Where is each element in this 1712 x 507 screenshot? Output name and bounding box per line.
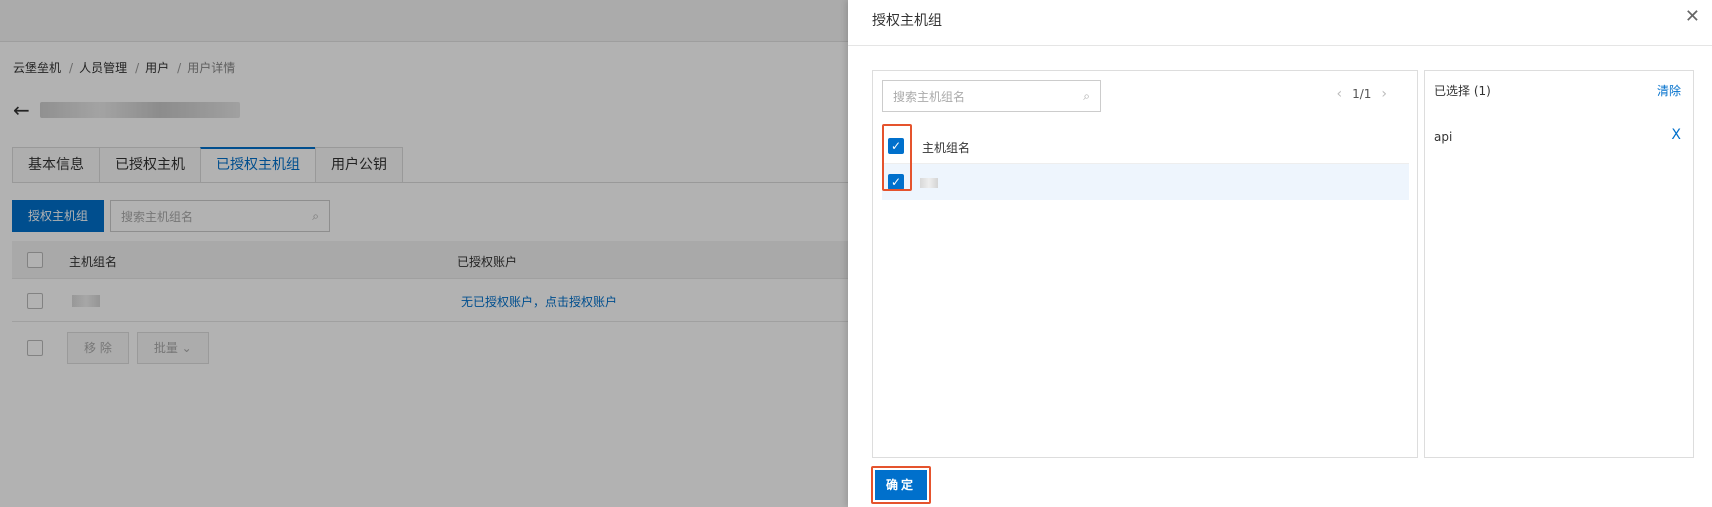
drawer-search-input[interactable]: 搜索主机组名 ⌕ (882, 80, 1101, 112)
highlight-box-confirm: 确定 (871, 466, 931, 504)
selected-count-label: 已选择 (1) (1434, 84, 1491, 98)
confirm-button[interactable]: 确定 (875, 470, 927, 500)
chevron-right-icon[interactable]: › (1381, 86, 1387, 102)
available-host-groups-panel: 搜索主机组名 ⌕ ‹ 1/1 › ✓ 主机组名 ✓ (872, 70, 1418, 458)
redacted-host-group-name (920, 178, 938, 188)
drawer-search-placeholder: 搜索主机组名 (893, 89, 966, 104)
authorize-host-group-drawer: 授权主机组 ✕ 搜索主机组名 ⌕ ‹ 1/1 › ✓ 主机组名 ✓ 已选择 (1… (848, 0, 1712, 507)
list-header-host-group-name: 主机组名 (922, 141, 971, 155)
clear-selection-link[interactable]: 清除 (1657, 82, 1681, 99)
list-header: ✓ 主机组名 (882, 128, 1409, 164)
chevron-left-icon[interactable]: ‹ (1336, 86, 1342, 102)
page-indicator: 1/1 (1352, 87, 1372, 101)
search-icon[interactable]: ⌕ (1083, 89, 1090, 104)
list-item[interactable]: ✓ (882, 164, 1409, 200)
selected-item-label: api (1434, 130, 1453, 144)
close-icon[interactable]: ✕ (1685, 8, 1700, 26)
drawer-title: 授权主机组 (872, 13, 942, 29)
pagination: ‹ 1/1 › (1326, 86, 1397, 102)
drawer-header: 授权主机组 ✕ (848, 0, 1712, 46)
selected-panel: 已选择 (1) 清除 api X (1424, 70, 1694, 458)
remove-selected-icon[interactable]: X (1671, 128, 1681, 142)
highlight-box-checkboxes (882, 124, 912, 191)
